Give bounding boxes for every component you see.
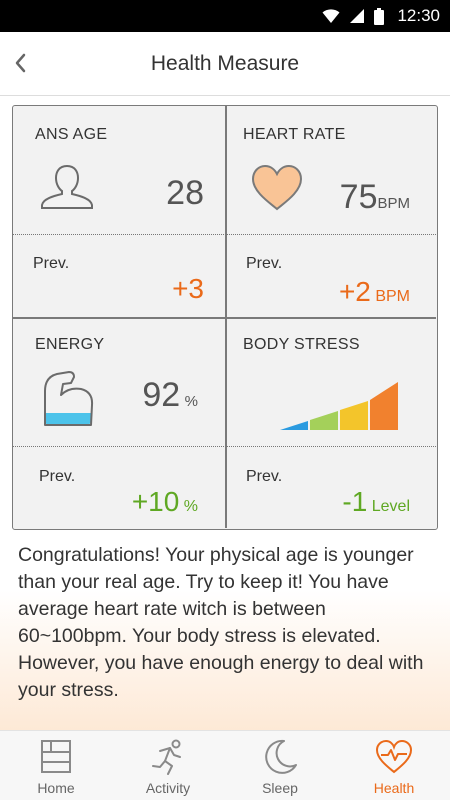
energy-reading: 92 %: [142, 376, 198, 415]
body-stress-label: BODY STRESS: [243, 336, 360, 353]
battery-icon: [374, 7, 385, 25]
body-stress-prev-value: -1: [342, 486, 368, 517]
stress-level-bars-icon: [280, 382, 398, 430]
heart-icon: [251, 164, 303, 211]
bottom-navigation: Home Activity Sleep Health: [0, 730, 450, 800]
energy-label: ENERGY: [35, 336, 105, 353]
heart-rate-label: HEART RATE: [243, 126, 346, 143]
heart-pulse-icon: [375, 739, 413, 774]
heart-rate-prev-unit: BPM: [375, 288, 410, 305]
heart-rate-prev-value: +2: [338, 276, 371, 307]
heart-rate-prev-label: Prev.: [246, 255, 283, 272]
nav-activity-label: Activity: [145, 780, 191, 796]
metrics-grid: ANS AGE 28 Prev. +3 HEART RATE 75BPM Pre…: [12, 105, 438, 530]
nav-home[interactable]: Home: [0, 731, 112, 800]
energy-prev-unit: %: [183, 498, 198, 515]
ans-age-prev-value: +3: [172, 273, 204, 304]
nav-sleep[interactable]: Sleep: [224, 731, 336, 800]
status-time: 12:30: [397, 6, 440, 25]
energy-value: 92: [142, 376, 181, 414]
wifi-icon: [322, 9, 340, 23]
body-stress-prev-label: Prev.: [246, 468, 283, 485]
energy-prev-value: +10: [131, 486, 180, 517]
body-stress-card[interactable]: BODY STRESS Prev. -1 Level: [226, 319, 437, 528]
ans-age-prev-label: Prev.: [33, 255, 70, 272]
signal-icon: [350, 9, 365, 23]
energy-prev-label: Prev.: [39, 468, 76, 485]
nav-activity[interactable]: Activity: [112, 731, 224, 800]
health-summary-text: Congratulations! Your physical age is yo…: [18, 544, 424, 701]
energy-unit: %: [184, 393, 198, 410]
flexed-arm-icon: [44, 371, 94, 426]
health-content: ANS AGE 28 Prev. +3 HEART RATE 75BPM Pre…: [0, 96, 450, 730]
body-stress-prev: -1 Level: [342, 486, 410, 518]
heart-rate-prev: +2 BPM: [339, 276, 410, 308]
heart-rate-reading: 75BPM: [340, 178, 410, 217]
energy-prev: +10 %: [132, 486, 198, 518]
status-icons: 12:30: [322, 0, 440, 32]
person-icon: [41, 164, 93, 209]
heart-rate-value: 75: [339, 178, 378, 216]
home-grid-icon: [41, 740, 71, 773]
ans-age-value: 28: [166, 174, 204, 212]
status-bar: 12:30: [0, 0, 450, 32]
energy-card[interactable]: ENERGY 92 % Prev. +10 %: [13, 319, 224, 528]
body-stress-prev-unit: Level: [371, 498, 410, 515]
moon-icon: [265, 739, 297, 774]
nav-health-label: Health: [373, 780, 415, 796]
app-bar: Health Measure: [0, 32, 450, 96]
nav-home-label: Home: [37, 780, 75, 796]
nav-sleep-label: Sleep: [262, 780, 298, 796]
running-person-icon: [152, 739, 181, 775]
page-title: Health Measure: [150, 52, 300, 75]
heart-rate-card[interactable]: HEART RATE 75BPM Prev. +2 BPM: [226, 106, 437, 317]
heart-rate-unit: BPM: [377, 195, 410, 212]
ans-age-label: ANS AGE: [35, 126, 108, 143]
nav-health[interactable]: Health: [338, 731, 450, 800]
ans-age-card[interactable]: ANS AGE 28 Prev. +3: [13, 106, 224, 317]
